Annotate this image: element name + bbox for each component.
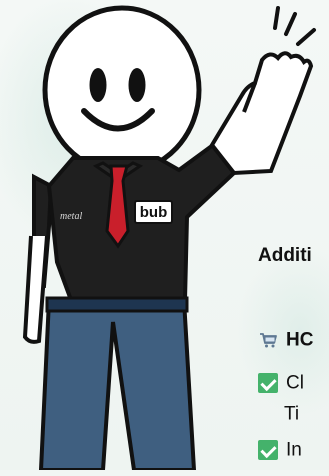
list-item-label: In: [286, 439, 302, 461]
signature-lettering: metal: [60, 211, 82, 222]
panel-title: Additi: [258, 246, 312, 266]
raised-right-arm-and-hand: [209, 51, 314, 176]
list-item-cl: Cl: [258, 373, 304, 393]
wave-line-1: [273, 6, 280, 30]
list-item-label: Ti: [284, 403, 300, 425]
pants-waistband: [45, 296, 189, 313]
list-item-label: HC: [286, 329, 314, 351]
list-item-hc: HC: [258, 330, 313, 350]
checkmark-icon: [258, 440, 278, 460]
list-item-label: Cl: [286, 372, 304, 394]
left-arm: [22, 235, 49, 344]
mascot-head: [42, 5, 202, 175]
list-item-in: In: [258, 440, 302, 460]
shopping-cart-icon: [258, 330, 278, 350]
checkmark-icon: [258, 373, 278, 393]
list-item-ti: Ti: [284, 404, 299, 423]
additional-info-panel: Additi HC Cl Ti In: [258, 246, 329, 476]
right-eye: [128, 68, 146, 102]
bub-badge-text: bub: [140, 204, 168, 221]
left-eye: [89, 68, 107, 102]
wave-line-3: [296, 28, 316, 46]
blue-pants: [38, 298, 197, 470]
wave-line-2: [284, 12, 297, 36]
